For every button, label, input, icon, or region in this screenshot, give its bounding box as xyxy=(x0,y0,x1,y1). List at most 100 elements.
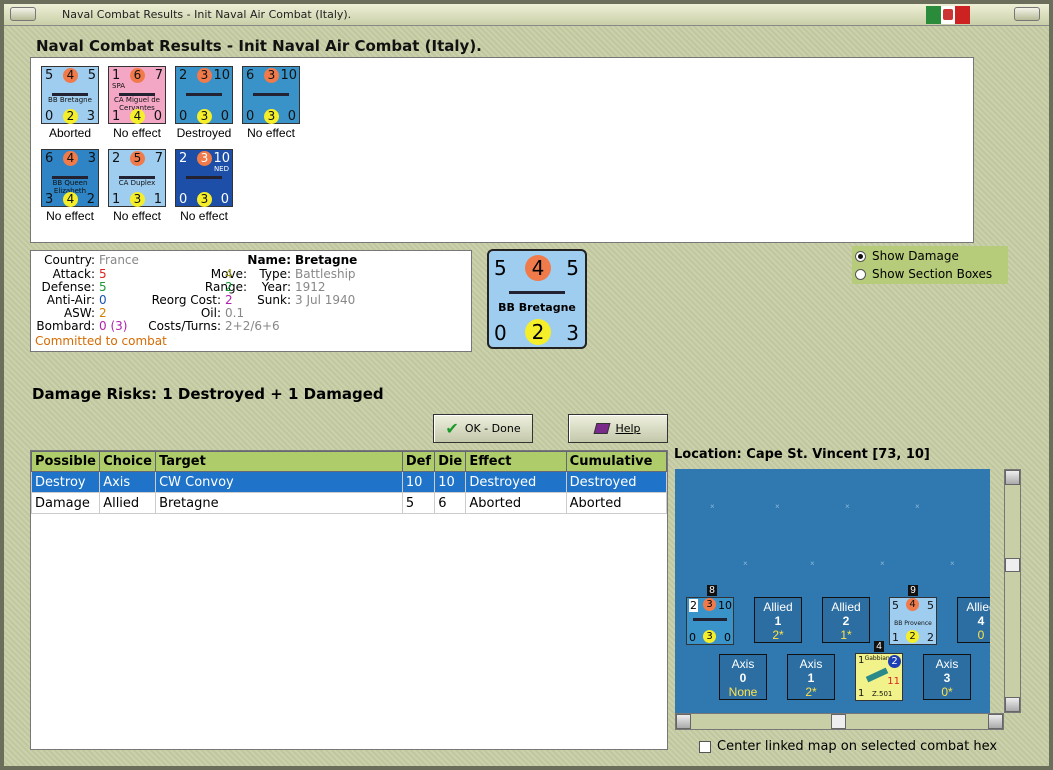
column-header[interactable]: Target xyxy=(155,451,403,472)
counter-name: BB Bretagne xyxy=(48,96,92,104)
map-counter-provence[interactable]: 5 4 5 BB Provence 1 2 2 xyxy=(889,597,937,645)
column-header[interactable]: Def xyxy=(401,451,436,472)
counter-tag: SPA xyxy=(112,82,126,90)
column-header[interactable]: Die xyxy=(434,451,467,472)
scroll-down-icon[interactable] xyxy=(1005,697,1020,712)
big-counter-attack: 5 xyxy=(494,256,507,280)
box-number: 4 xyxy=(977,614,985,628)
counter-top-center: 3 xyxy=(197,68,212,83)
counter-bottom-left: 1 xyxy=(112,109,121,124)
box-number: 3 xyxy=(943,671,951,685)
scroll-up-icon[interactable] xyxy=(1005,470,1020,485)
table-row[interactable]: Damage Allied Bretagne 5 6 Aborted Aborted xyxy=(31,492,667,514)
map-a-tc: 3 xyxy=(703,598,716,611)
counter-bottom-right: 0 xyxy=(287,109,296,124)
unit-counter[interactable]: 6 3 10 0 3 0 xyxy=(242,66,300,124)
big-counter-defense: 5 xyxy=(566,256,579,280)
counter-top-left: 2 xyxy=(179,151,188,166)
allied-section-box[interactable]: Allied 2 1* xyxy=(822,597,870,643)
attack-value: 5 xyxy=(99,267,107,281)
counter-result: No effect xyxy=(113,209,161,223)
antiair-label: Anti-Air: xyxy=(46,293,95,307)
type-label: Type: xyxy=(259,267,291,281)
combat-map[interactable]: ×××××××××× Allied12*Allied21*Allied40Axi… xyxy=(675,469,990,713)
defense-value: 5 xyxy=(99,280,107,294)
allied-section-box[interactable]: Allied40 xyxy=(957,597,990,643)
counter-top-center: 4 xyxy=(63,68,78,83)
axis-section-box[interactable]: Axis 0 None xyxy=(719,654,767,700)
counter-bottom-left: 1 xyxy=(112,192,121,207)
scroll-right-icon[interactable] xyxy=(988,714,1003,729)
unit-counter[interactable]: 2 5 7 CA Duplex 1 3 1 xyxy=(108,149,166,207)
radio-empty-icon xyxy=(855,268,866,280)
column-header[interactable]: Possible xyxy=(31,451,101,472)
column-header[interactable]: Choice xyxy=(99,451,157,472)
asw-label: ASW: xyxy=(63,306,95,320)
counter-bottom-center: 2 xyxy=(63,109,78,124)
map-a-tr: 10 xyxy=(718,599,732,612)
hex-dot-icon: × xyxy=(743,559,748,568)
counter-top-left: 5 xyxy=(45,68,54,83)
scroll-left-icon[interactable] xyxy=(676,714,691,729)
box-number: 1 xyxy=(774,614,782,628)
box-number: 2 xyxy=(842,614,850,628)
map-vertical-scrollbar[interactable] xyxy=(1004,469,1021,713)
unit-counter[interactable]: 6 4 3 BB Queen Elizabeth 3 4 2 xyxy=(41,149,99,207)
table-cell: Axis xyxy=(99,471,157,493)
big-counter-move: 4 xyxy=(525,255,551,281)
counter-top-right: 10 xyxy=(280,68,297,83)
book-icon xyxy=(593,423,611,434)
italy-flag-icon xyxy=(926,6,971,24)
box-sub: 0* xyxy=(941,685,953,699)
table-cell: Destroyed xyxy=(565,471,667,493)
table-cell: Allied xyxy=(99,492,157,514)
range-value: 2 xyxy=(225,280,233,294)
show-damage-radio[interactable]: Show Damage xyxy=(855,249,959,263)
sunk-label: Sunk: xyxy=(257,293,291,307)
unit-counter[interactable]: 2 3 10 NED 0 3 0 xyxy=(175,149,233,207)
counter-top-right: 5 xyxy=(87,68,96,83)
counter-result: No effect xyxy=(46,209,94,223)
map-b-name: BB Provence xyxy=(894,620,932,627)
oil-value: 0.1 xyxy=(225,306,245,320)
column-header[interactable]: Effect xyxy=(465,451,567,472)
box-side: Allied xyxy=(763,600,793,614)
map-counter-gabbiano[interactable]: 1 Gabbiano 2 11 1 Z.501 xyxy=(855,653,903,701)
box-number: 1 xyxy=(807,671,815,685)
system-menu-button[interactable] xyxy=(10,7,36,21)
results-table: Possible Choice Target Def Die Effect Cumulati… xyxy=(31,451,667,514)
unit-counter[interactable]: 5 4 5 BB Bretagne 0 2 3 xyxy=(41,66,99,124)
table-cell: Bretagne xyxy=(155,492,403,514)
scroll-thumb[interactable] xyxy=(831,714,846,729)
map-counter-destroyed[interactable]: 2 3 10 0 3 0 xyxy=(686,597,734,645)
help-button[interactable]: Help xyxy=(568,414,668,443)
counter-bottom-center: 3 xyxy=(197,192,212,207)
table-cell: 10 xyxy=(401,471,436,493)
counter-bottom-left: 3 xyxy=(45,192,54,207)
box-sub: 2* xyxy=(772,628,784,642)
box-side: Axis xyxy=(731,657,755,671)
map-horizontal-scrollbar[interactable] xyxy=(675,713,1004,730)
counter-top-right: 3 xyxy=(87,151,96,166)
unit-counter[interactable]: 2 3 10 0 3 0 xyxy=(175,66,233,124)
center-map-checkbox[interactable]: Center linked map on selected combat hex xyxy=(699,739,997,754)
country-value: France xyxy=(99,253,139,267)
axis-section-box[interactable]: Axis 3 0* xyxy=(923,654,971,700)
ok-done-label: OK - Done xyxy=(464,422,521,435)
unit-counter[interactable]: 1 6 7 SPA CA Miguel de Cervantes 1 4 0 xyxy=(108,66,166,124)
counter-result: No effect xyxy=(113,126,161,140)
box-number: 0 xyxy=(739,671,747,685)
asw-value: 2 xyxy=(99,306,107,320)
box-sub: 2* xyxy=(805,685,817,699)
table-cell: Aborted xyxy=(565,492,667,514)
scroll-thumb[interactable] xyxy=(1005,558,1020,572)
axis-section-box[interactable]: Axis 1 2* xyxy=(787,654,835,700)
allied-section-box[interactable]: Allied 1 2* xyxy=(754,597,802,643)
ship-silhouette-icon xyxy=(509,289,565,294)
counter-top-right: 10 xyxy=(213,151,230,166)
ok-done-button[interactable]: ✔ OK - Done xyxy=(433,414,533,443)
column-header[interactable]: Cumulative xyxy=(565,451,667,472)
close-button[interactable] xyxy=(1014,7,1040,21)
table-row[interactable]: Destroy Axis CW Convoy 10 10 Destroyed Destroy… xyxy=(31,471,667,493)
show-sections-radio[interactable]: Show Section Boxes xyxy=(855,267,992,281)
